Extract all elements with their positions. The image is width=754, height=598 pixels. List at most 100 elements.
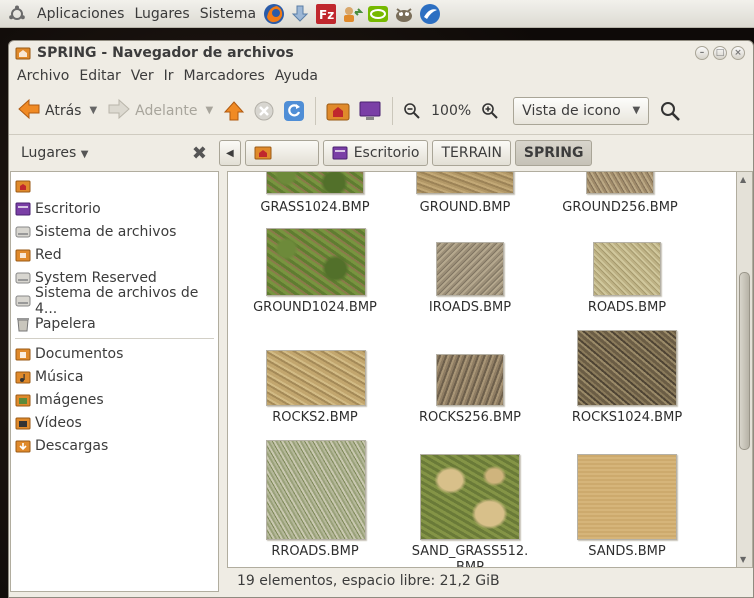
back-arrow-icon (17, 98, 41, 124)
back-history-dropdown-icon[interactable]: ▼ (89, 105, 97, 116)
sidebar-item-imagenes[interactable]: Imágenes (11, 388, 218, 411)
file-label-ground[interactable]: GROUND.BMP (420, 200, 511, 215)
sidebar-item-home[interactable] (11, 174, 218, 197)
sidebar-item-videos[interactable]: Vídeos (11, 411, 218, 434)
path-home-button[interactable] (244, 140, 319, 166)
file-label-grass1024[interactable]: GRASS1024.BMP (260, 200, 369, 215)
file-label-rocks1024[interactable]: ROCKS1024.BMP (572, 410, 682, 425)
file-thumbnail-roads[interactable] (593, 242, 661, 296)
reload-button[interactable] (279, 94, 309, 128)
filezilla-icon[interactable]: Fz (314, 2, 338, 26)
path-escritorio-button[interactable]: Escritorio (322, 140, 429, 166)
file-thumbnail-ground[interactable] (416, 172, 514, 194)
menu-ver[interactable]: Ver (126, 68, 159, 84)
view-mode-select[interactable]: Vista de icono ▼ (513, 96, 650, 125)
maximize-button[interactable]: □ (713, 46, 727, 60)
forward-button[interactable]: Adelante (103, 94, 201, 128)
menu-marcadores[interactable]: Marcadores (179, 68, 270, 84)
view-mode-value: Vista de icono (522, 102, 621, 119)
file-label-iroads[interactable]: IROADS.BMP (429, 300, 511, 315)
drive-icon (15, 226, 31, 237)
sidebar-item-escritorio[interactable]: Escritorio (11, 197, 218, 220)
file-label-rocks256[interactable]: ROCKS256.BMP (419, 410, 521, 425)
toolbar: Atrás ▼ Adelante ▼ 100% Vista de icono ▼ (9, 87, 753, 135)
nvidia-icon[interactable] (366, 2, 390, 26)
file-label-rroads[interactable]: RROADS.BMP (271, 544, 358, 559)
search-icon (661, 101, 681, 121)
downloads-folder-icon (15, 440, 31, 452)
file-label-ground256[interactable]: GROUND256.BMP (562, 200, 678, 215)
panel-menu-places[interactable]: Lugares (129, 6, 194, 22)
file-label-sands[interactable]: SANDS.BMP (588, 544, 665, 559)
computer-button[interactable] (354, 94, 386, 128)
chevron-down-icon: ▼ (632, 105, 641, 116)
search-button[interactable] (655, 94, 685, 128)
spring-launcher-icon[interactable] (418, 2, 442, 26)
close-window-button[interactable]: × (731, 46, 745, 60)
transfer-icon[interactable] (340, 2, 364, 26)
window-title: SPRING - Navegador de archivos (37, 45, 294, 61)
ubuntu-logo-icon[interactable] (8, 5, 26, 23)
file-thumbnail-grass1024[interactable] (266, 172, 364, 194)
path-scroll-left-button[interactable]: ◀ (219, 140, 241, 166)
scrollbar-thumb[interactable] (739, 272, 750, 450)
file-label-ground1024[interactable]: GROUND1024.BMP (253, 300, 377, 315)
home-button[interactable] (322, 94, 354, 128)
network-icon (15, 249, 31, 261)
location-row: Lugares ▼ ✖ ◀ Escritorio TERRAIN SPRING (9, 137, 753, 169)
path-terrain-button[interactable]: TERRAIN (432, 140, 511, 166)
stop-icon (254, 101, 274, 120)
file-thumbnail-sand-grass512[interactable] (420, 454, 520, 540)
forward-history-dropdown-icon[interactable]: ▼ (205, 105, 213, 116)
sidebar-item-documentos[interactable]: Documentos (11, 342, 218, 365)
titlebar[interactable]: SPRING - Navegador de archivos – □ × (9, 41, 753, 65)
file-thumbnail-rroads[interactable] (266, 440, 366, 540)
file-thumbnail-rocks2[interactable] (266, 350, 366, 406)
menu-archivo[interactable]: Archivo (12, 68, 74, 84)
zoom-level: 100% (431, 102, 472, 119)
menu-ir[interactable]: Ir (159, 68, 179, 84)
firefox-icon[interactable] (262, 2, 286, 26)
sidebar-item-filesystem[interactable]: Sistema de archivos (11, 220, 218, 243)
desktop-icon (15, 202, 31, 215)
home-folder-icon (15, 180, 31, 192)
file-thumbnail-iroads[interactable] (436, 242, 504, 296)
home-folder-icon (326, 103, 350, 120)
download-icon[interactable] (288, 2, 312, 26)
music-folder-icon (15, 371, 31, 383)
scroll-down-icon[interactable]: ▼ (740, 555, 746, 564)
documents-folder-icon (15, 348, 31, 360)
menu-ayuda[interactable]: Ayuda (270, 68, 323, 84)
minimize-button[interactable]: – (695, 46, 709, 60)
up-button[interactable] (219, 94, 249, 128)
sidebar-places-dropdown[interactable]: Lugares ▼ (21, 145, 88, 161)
file-thumbnail-ground1024[interactable] (266, 228, 366, 296)
drive-icon (15, 272, 31, 283)
panel-menu-system[interactable]: Sistema (195, 6, 261, 22)
menu-editar[interactable]: Editar (74, 68, 125, 84)
back-button[interactable]: Atrás (13, 94, 85, 128)
zoom-in-button[interactable] (477, 94, 503, 128)
stop-button[interactable] (249, 94, 279, 128)
file-thumbnail-ground256[interactable] (586, 172, 654, 194)
gimp-icon[interactable] (392, 2, 416, 26)
vertical-scrollbar[interactable]: ▲ ▼ (737, 171, 753, 568)
zoom-out-button[interactable] (399, 94, 425, 128)
sidebar-item-descargas[interactable]: Descargas (11, 434, 218, 457)
sidebar-item-red[interactable]: Red (11, 243, 218, 266)
zoom-in-icon (482, 102, 498, 119)
sidebar-item-musica[interactable]: Música (11, 365, 218, 388)
toolbar-separator (315, 96, 317, 125)
file-label-sand-grass512[interactable]: SAND_GRASS512. BMP (412, 544, 529, 567)
file-label-rocks2[interactable]: ROCKS2.BMP (272, 410, 358, 425)
file-thumbnail-rocks1024[interactable] (577, 330, 677, 406)
file-thumbnail-rocks256[interactable] (436, 354, 504, 406)
close-sidebar-icon[interactable]: ✖ (192, 143, 207, 164)
status-text: 19 elementos, espacio libre: 21,2 GiB (237, 573, 500, 589)
scroll-up-icon[interactable]: ▲ (740, 175, 746, 184)
path-spring-button[interactable]: SPRING (514, 140, 593, 166)
file-thumbnail-sands[interactable] (577, 454, 677, 540)
panel-menu-applications[interactable]: Aplicaciones (32, 6, 129, 22)
sidebar-item-filesystem-4[interactable]: Sistema de archivos de 4... (11, 285, 218, 317)
file-label-roads[interactable]: ROADS.BMP (588, 300, 666, 315)
